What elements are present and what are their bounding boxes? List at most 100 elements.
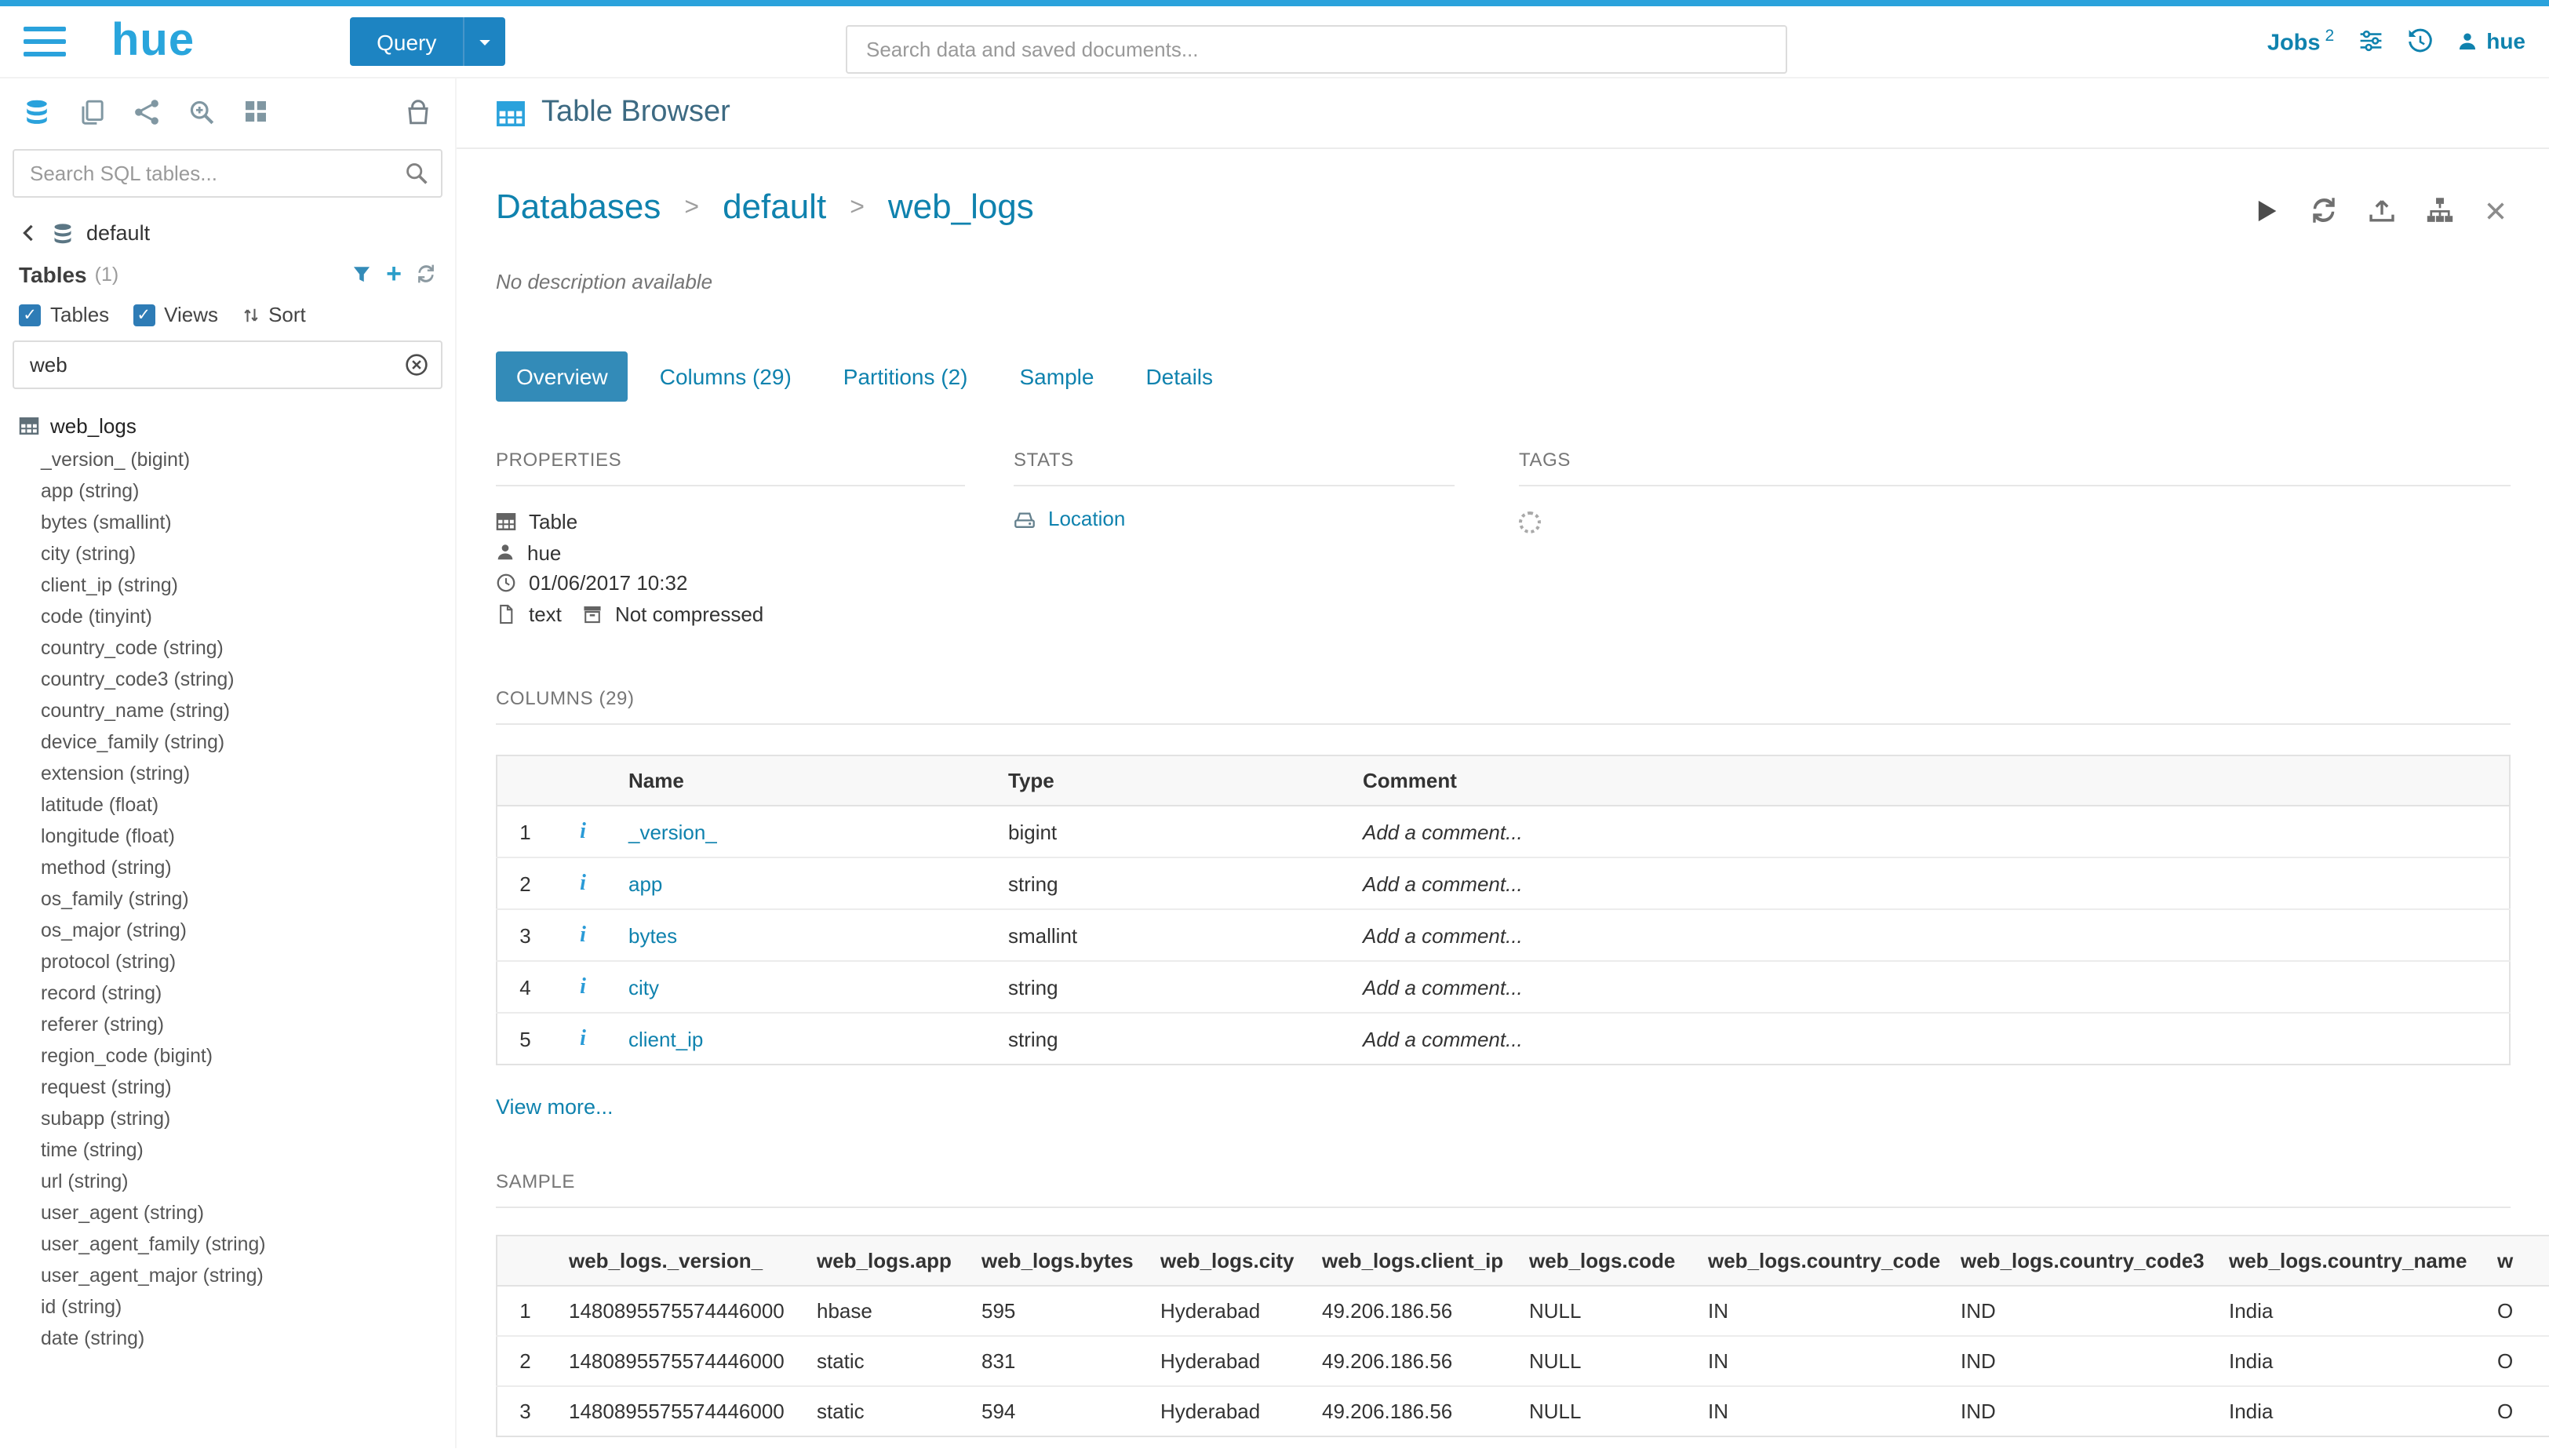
info-icon[interactable]: i bbox=[580, 923, 586, 947]
sidebar-column-item[interactable]: referer (string) bbox=[19, 1009, 436, 1040]
tab-partitions-2[interactable]: Partitions (2) bbox=[823, 351, 989, 402]
query-button[interactable]: Query bbox=[350, 17, 463, 66]
tab-details[interactable]: Details bbox=[1125, 351, 1233, 402]
sidebar-column-item[interactable]: latitude (float) bbox=[19, 789, 436, 821]
loading-spinner-icon bbox=[1519, 511, 1541, 533]
sidebar-column-item[interactable]: os_major (string) bbox=[19, 915, 436, 946]
collections-tab[interactable] bbox=[405, 98, 432, 125]
current-database-label[interactable]: default bbox=[86, 221, 150, 245]
add-table-button[interactable]: + bbox=[386, 260, 402, 287]
global-search-input[interactable] bbox=[846, 25, 1787, 74]
view-more-link[interactable]: View more... bbox=[496, 1095, 614, 1119]
body-layout: default Tables (1) + ✓ Tables ✓ Views bbox=[0, 78, 2549, 1448]
sql-assist-tab[interactable] bbox=[24, 98, 50, 125]
sample-table-wrap[interactable]: web_logs._version_web_logs.appweb_logs.b… bbox=[496, 1235, 2549, 1437]
sliders-button[interactable] bbox=[2358, 29, 2383, 54]
sidebar-column-item[interactable]: user_agent (string) bbox=[19, 1197, 436, 1228]
close-button[interactable] bbox=[2483, 198, 2507, 222]
refresh-tables-button[interactable] bbox=[416, 264, 436, 284]
sort-toggle[interactable]: Sort bbox=[242, 303, 306, 326]
column-comment[interactable]: Add a comment... bbox=[1347, 961, 2509, 1013]
sample-cell: India bbox=[2213, 1336, 2482, 1386]
sidebar-column-item[interactable]: app (string) bbox=[19, 475, 436, 507]
filter-button[interactable] bbox=[351, 264, 372, 284]
stats-title: STATS bbox=[1014, 449, 1455, 486]
sidebar-column-item[interactable]: os_family (string) bbox=[19, 883, 436, 915]
sidebar-column-item[interactable]: protocol (string) bbox=[19, 946, 436, 977]
sidebar-column-item[interactable]: subapp (string) bbox=[19, 1103, 436, 1134]
sidebar-column-item[interactable]: method (string) bbox=[19, 852, 436, 883]
sidebar-column-item[interactable]: id (string) bbox=[19, 1291, 436, 1323]
sidebar-column-item[interactable]: user_agent_major (string) bbox=[19, 1260, 436, 1291]
sidebar-column-item[interactable]: _version_ (bigint) bbox=[19, 444, 436, 475]
column-name-link[interactable]: city bbox=[628, 975, 659, 999]
hamburger-menu-icon[interactable] bbox=[24, 27, 66, 56]
sidebar-search-input[interactable] bbox=[13, 149, 442, 198]
tree-table-web-logs[interactable]: web_logs bbox=[19, 414, 436, 438]
hue-logo[interactable]: hue bbox=[111, 19, 195, 64]
tab-sample[interactable]: Sample bbox=[1000, 351, 1115, 402]
back-button[interactable] bbox=[19, 223, 39, 243]
tab-overview[interactable]: Overview bbox=[496, 351, 628, 402]
refresh-button[interactable] bbox=[2309, 196, 2337, 224]
sidebar-column-item[interactable]: code (tinyint) bbox=[19, 601, 436, 632]
documents-assist-tab[interactable] bbox=[78, 98, 105, 125]
column-comment[interactable]: Add a comment... bbox=[1347, 806, 2509, 857]
sidebar-column-item[interactable]: bytes (smallint) bbox=[19, 507, 436, 538]
sidebar-column-item[interactable]: longitude (float) bbox=[19, 821, 436, 852]
sidebar-column-item[interactable]: request (string) bbox=[19, 1072, 436, 1103]
share-assist-tab[interactable] bbox=[133, 98, 160, 125]
tab-columns-29[interactable]: Columns (29) bbox=[639, 351, 812, 402]
breadcrumb-default[interactable]: default bbox=[723, 187, 826, 228]
sidebar-column-item[interactable]: device_family (string) bbox=[19, 726, 436, 758]
info-icon[interactable]: i bbox=[580, 975, 586, 999]
column-name-link[interactable]: client_ip bbox=[628, 1027, 703, 1050]
query-dropdown-button[interactable] bbox=[463, 17, 505, 66]
user-menu[interactable]: hue bbox=[2456, 29, 2525, 54]
sidebar-column-item[interactable]: country_name (string) bbox=[19, 695, 436, 726]
navbar-right-cluster: Jobs2 hue bbox=[2267, 27, 2525, 56]
search-assist-tab[interactable] bbox=[188, 98, 215, 125]
info-icon[interactable]: i bbox=[580, 872, 586, 895]
apps-assist-tab[interactable] bbox=[243, 99, 268, 124]
column-comment[interactable]: Add a comment... bbox=[1347, 857, 2509, 909]
sidebar-column-item[interactable]: url (string) bbox=[19, 1166, 436, 1197]
clear-filter-button[interactable] bbox=[405, 353, 428, 377]
sidebar-column-item[interactable]: user_agent_family (string) bbox=[19, 1228, 436, 1260]
history-button[interactable] bbox=[2406, 28, 2433, 55]
sidebar-column-item[interactable]: city (string) bbox=[19, 538, 436, 570]
info-icon[interactable]: i bbox=[580, 820, 586, 843]
sidebar-column-item[interactable]: extension (string) bbox=[19, 758, 436, 789]
sidebar-column-item[interactable]: client_ip (string) bbox=[19, 570, 436, 601]
sidebar-column-item[interactable]: date (string) bbox=[19, 1323, 436, 1354]
import-button[interactable] bbox=[2367, 196, 2395, 224]
jobs-link[interactable]: Jobs2 bbox=[2267, 27, 2334, 56]
sample-cell: NULL bbox=[1513, 1336, 1692, 1386]
column-name-link[interactable]: app bbox=[628, 872, 662, 895]
table-filter-input[interactable] bbox=[13, 340, 442, 389]
column-comment[interactable]: Add a comment... bbox=[1347, 909, 2509, 961]
breadcrumb-databases[interactable]: Databases bbox=[496, 187, 661, 228]
breadcrumb-web-logs[interactable]: web_logs bbox=[888, 187, 1034, 228]
location-link[interactable]: Location bbox=[1048, 507, 1125, 530]
share-icon bbox=[133, 98, 160, 125]
column-comment[interactable]: Add a comment... bbox=[1347, 1013, 2509, 1065]
tables-checkbox[interactable]: ✓ Tables bbox=[19, 303, 109, 326]
column-type: string bbox=[992, 961, 1347, 1013]
column-name-link[interactable]: _version_ bbox=[628, 820, 717, 843]
sidebar-column-item[interactable]: country_code3 (string) bbox=[19, 664, 436, 695]
relations-button[interactable] bbox=[2425, 196, 2453, 224]
sample-header-cell: web_logs._version_ bbox=[553, 1236, 801, 1286]
column-name-link[interactable]: bytes bbox=[628, 923, 677, 947]
views-checkbox[interactable]: ✓ Views bbox=[133, 303, 218, 326]
checkbox-checked-icon: ✓ bbox=[133, 304, 155, 326]
sidebar-column-item[interactable]: time (string) bbox=[19, 1134, 436, 1166]
info-icon[interactable]: i bbox=[580, 1027, 586, 1050]
sidebar-column-item[interactable]: record (string) bbox=[19, 977, 436, 1009]
table-description[interactable]: No description available bbox=[496, 270, 2510, 293]
sidebar-column-item[interactable]: region_code (bigint) bbox=[19, 1040, 436, 1072]
sidebar-search-button[interactable] bbox=[405, 162, 428, 185]
query-table-button[interactable] bbox=[2252, 197, 2279, 224]
refresh-icon bbox=[2309, 196, 2337, 224]
sidebar-column-item[interactable]: country_code (string) bbox=[19, 632, 436, 664]
